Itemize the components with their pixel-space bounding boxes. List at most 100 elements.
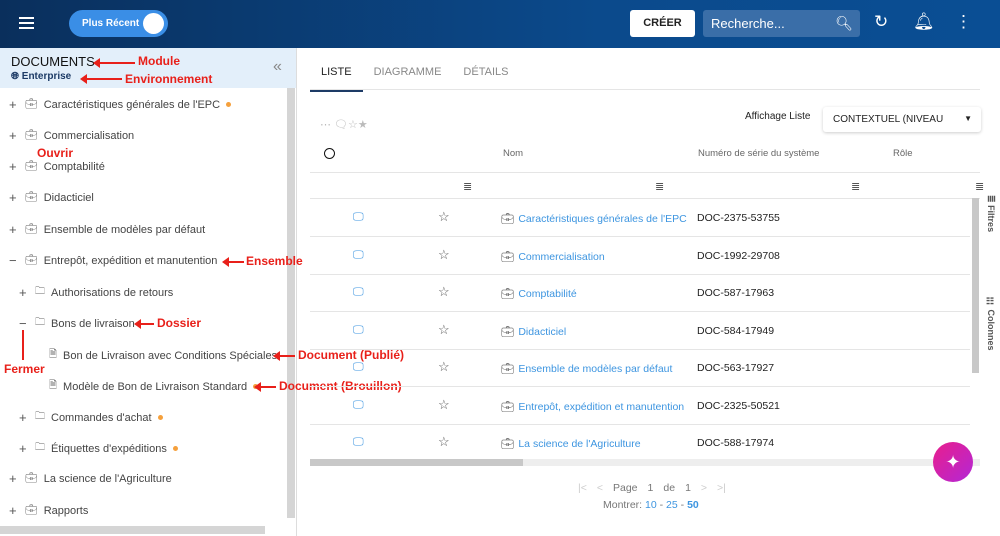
expand-icon[interactable]: + bbox=[19, 441, 29, 456]
sidebar-scrollbar[interactable] bbox=[287, 88, 295, 518]
expand-icon[interactable]: + bbox=[9, 128, 19, 143]
table-row[interactable]: 🖵︎ ☆ 💼︎ Ensemble de modèles par défaut DOC-5… bbox=[310, 350, 970, 387]
tree-item[interactable]: − 🗀 Bons de livraison bbox=[19, 315, 135, 332]
tree-item[interactable]: + 💼︎ La science de l'Agriculture bbox=[9, 471, 172, 486]
row-name-link[interactable]: 💼︎ Entrepôt, expédition et manutention bbox=[501, 400, 684, 413]
tab-diagramme[interactable]: DIAGRAMME bbox=[363, 50, 453, 92]
collapse-icon[interactable]: − bbox=[19, 316, 29, 331]
divider bbox=[310, 172, 980, 173]
search-icon[interactable]: 🔍︎ bbox=[835, 15, 853, 32]
create-button[interactable]: CRÉER bbox=[630, 10, 695, 37]
briefcase-icon: 💼︎ bbox=[501, 250, 515, 263]
row-name-link[interactable]: 💼︎ La science de l'Agriculture bbox=[501, 437, 641, 450]
sparkle-icon: ✦ bbox=[945, 452, 961, 472]
row-name-link[interactable]: 💼︎ Comptabilité bbox=[501, 287, 577, 300]
table-row[interactable]: 🖵︎ ☆ 💼︎ Didacticiel DOC-584-17949 bbox=[310, 313, 970, 350]
view-mode-select[interactable]: CONTEXTUEL (NIVEAU ▼ bbox=[823, 107, 981, 132]
star-outline-icon[interactable]: ☆ bbox=[438, 434, 450, 450]
history-icon[interactable]: ↻ bbox=[874, 12, 888, 32]
monitor-icon[interactable]: 🖵︎ bbox=[353, 211, 364, 224]
search-input[interactable]: Recherche... 🔍︎ bbox=[703, 10, 860, 37]
filters-side-tab[interactable]: ≣ Filtres bbox=[986, 195, 996, 232]
tree-item[interactable]: + 🗀 Étiquettes d'expéditions bbox=[19, 440, 178, 457]
table-row[interactable]: 🖵︎ ☆ 💼︎ Comptabilité DOC-587-17963 bbox=[310, 275, 970, 312]
columns-label: Colonnes bbox=[986, 309, 996, 351]
tree-item[interactable]: 🗎 Modèle de Bon de Livraison Standard bbox=[49, 378, 259, 395]
expand-icon[interactable]: + bbox=[19, 410, 29, 425]
star-outline-icon[interactable]: ☆ bbox=[438, 397, 450, 413]
star-outline-icon[interactable]: ☆ bbox=[438, 247, 450, 263]
star-outline-icon[interactable]: ☆ bbox=[438, 359, 450, 375]
tree-item[interactable]: + 🗀 Commandes d'achat bbox=[19, 409, 163, 426]
table-hscrollbar[interactable] bbox=[310, 459, 523, 466]
tree-item[interactable]: − 💼︎ Entrepôt, expédition et manutention bbox=[9, 253, 217, 268]
expand-icon[interactable]: + bbox=[9, 503, 19, 518]
filter-icon[interactable]: ≣ bbox=[851, 180, 860, 193]
filter-icon[interactable]: ≣ bbox=[463, 180, 472, 193]
tree-item[interactable]: + 💼︎ Caractéristiques générales de l'EPC bbox=[9, 97, 232, 112]
sidebar-hscrollbar[interactable] bbox=[0, 526, 265, 534]
column-header-serial[interactable]: Numéro de série du système bbox=[698, 148, 819, 159]
first-page-icon[interactable]: |< bbox=[578, 482, 587, 494]
prev-page-icon[interactable]: < bbox=[597, 482, 603, 494]
tree-item[interactable]: + 💼︎ Rapports bbox=[9, 503, 88, 518]
expand-icon[interactable]: + bbox=[9, 159, 19, 174]
tree-item[interactable]: + 🗀 Authorisations de retours bbox=[19, 284, 173, 301]
row-name-link[interactable]: 💼︎ Commercialisation bbox=[501, 250, 605, 263]
monitor-icon[interactable]: 🖵︎ bbox=[353, 249, 364, 262]
row-name-link[interactable]: 💼︎ Didacticiel bbox=[501, 325, 566, 338]
monitor-icon[interactable]: 🖵︎ bbox=[353, 436, 364, 449]
expand-icon[interactable]: + bbox=[9, 190, 19, 205]
bell-icon[interactable]: 🔔︎ bbox=[913, 12, 935, 32]
star-outline-icon[interactable]: ☆ bbox=[438, 284, 450, 300]
tab-details[interactable]: DÉTAILS bbox=[452, 50, 519, 92]
page-size: Montrer: 10 - 25 - 50 bbox=[603, 499, 699, 511]
annotation-arrow bbox=[80, 74, 122, 84]
row-name-link[interactable]: 💼︎ Ensemble de modèles par défaut bbox=[501, 362, 672, 375]
tab-liste[interactable]: LISTE bbox=[310, 50, 363, 92]
tree-item[interactable]: + 💼︎ Comptabilité bbox=[9, 159, 105, 174]
tree-item[interactable]: + 💼︎ Ensemble de modèles par défaut bbox=[9, 222, 205, 237]
annotation-open: Ouvrir bbox=[37, 146, 74, 160]
row-name-link[interactable]: 💼︎ Caractéristiques générales de l'EPC bbox=[501, 212, 687, 225]
table-row[interactable]: 🖵︎ ☆ 💼︎ Commercialisation DOC-1992-29708 bbox=[310, 238, 970, 275]
tree-item[interactable]: + 💼︎ Didacticiel bbox=[9, 190, 94, 205]
select-all-radio[interactable] bbox=[324, 148, 335, 159]
filter-icon[interactable]: ≣ bbox=[975, 180, 984, 193]
star-filled-icon[interactable]: ★ bbox=[358, 119, 368, 131]
recent-toggle[interactable]: Plus Récent bbox=[69, 10, 168, 37]
monitor-icon[interactable]: 🖵︎ bbox=[353, 286, 364, 299]
star-outline-icon[interactable]: ☆ bbox=[348, 119, 358, 131]
monitor-icon[interactable]: 🖵︎ bbox=[353, 324, 364, 337]
star-outline-icon[interactable]: ☆ bbox=[438, 209, 450, 225]
more-icon[interactable]: ⋯ bbox=[320, 119, 331, 131]
expand-icon[interactable]: + bbox=[19, 285, 29, 300]
ai-assistant-button[interactable]: ✦ bbox=[933, 442, 973, 482]
collapse-sidebar-icon[interactable]: « bbox=[273, 58, 282, 76]
expand-icon[interactable]: + bbox=[9, 97, 19, 112]
expand-icon[interactable]: + bbox=[9, 471, 19, 486]
columns-side-tab[interactable]: ☷ Colonnes bbox=[986, 297, 996, 351]
page-size-10[interactable]: 10 bbox=[645, 499, 657, 511]
table-row[interactable]: 🖵︎ ☆ 💼︎ Caractéristiques générales de l'EPC… bbox=[310, 200, 970, 237]
column-header-role[interactable]: Rôle bbox=[893, 148, 913, 159]
page-size-25[interactable]: 25 bbox=[666, 499, 678, 511]
tree-item[interactable]: 🗎 Bon de Livraison avec Conditions Spécia… bbox=[49, 347, 277, 364]
filter-icon[interactable]: ≣ bbox=[655, 180, 664, 193]
last-page-icon[interactable]: >| bbox=[717, 482, 726, 494]
monitor-icon[interactable]: 🖵︎ bbox=[353, 399, 364, 412]
page-size-50[interactable]: 50 bbox=[687, 499, 699, 511]
next-page-icon[interactable]: > bbox=[701, 482, 707, 494]
menu-icon[interactable] bbox=[19, 17, 34, 29]
table-vscrollbar[interactable] bbox=[972, 198, 979, 373]
expand-icon[interactable]: + bbox=[9, 222, 19, 237]
star-outline-icon[interactable]: ☆ bbox=[438, 322, 450, 338]
tree-item[interactable]: + 💼︎ Commercialisation bbox=[9, 128, 134, 143]
monitor-icon[interactable]: 🖵︎ bbox=[353, 361, 364, 374]
table-row[interactable]: 🖵︎ ☆ 💼︎ La science de l'Agriculture DOC-588-… bbox=[310, 425, 970, 462]
collapse-icon[interactable]: − bbox=[9, 253, 19, 268]
more-vert-icon[interactable]: ⋮ bbox=[955, 12, 972, 32]
table-row[interactable]: 🖵︎ ☆ 💼︎ Entrepôt, expédition et manutention… bbox=[310, 388, 970, 425]
comments-icon[interactable]: 🗨︎ bbox=[334, 119, 348, 131]
column-header-name[interactable]: Nom bbox=[503, 148, 523, 159]
